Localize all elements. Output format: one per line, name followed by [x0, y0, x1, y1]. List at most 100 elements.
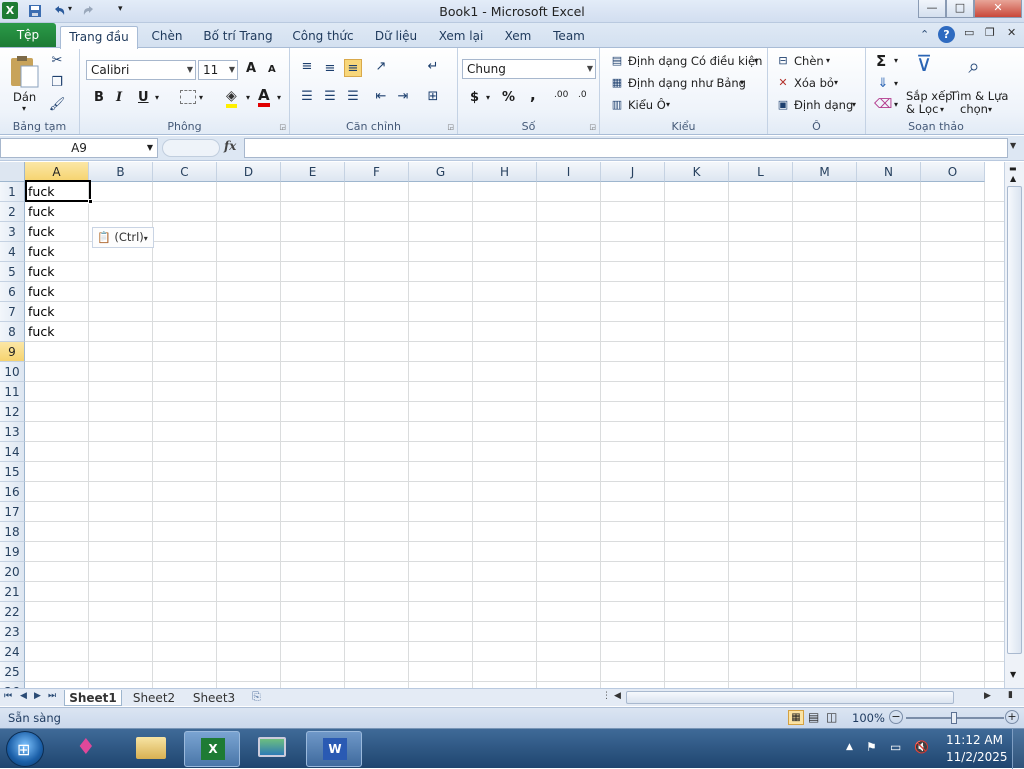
help-icon[interactable]: ? [938, 26, 955, 43]
number-format-combo[interactable]: Chung ▼ [462, 59, 596, 79]
column-header-d[interactable]: D [217, 162, 281, 182]
align-left-icon[interactable]: ☰ [298, 88, 316, 106]
cell-a4[interactable]: fuck [28, 242, 54, 262]
scroll-up-icon[interactable]: ▲ [1010, 174, 1016, 183]
column-header-l[interactable]: L [729, 162, 793, 182]
underline-button[interactable]: U [138, 90, 149, 105]
sheet-tab-sheet3[interactable]: Sheet3 [186, 690, 242, 706]
cell-a2[interactable]: fuck [28, 202, 54, 222]
borders-icon[interactable] [180, 90, 196, 104]
page-break-view-icon[interactable]: ◫ [826, 710, 837, 724]
cell-styles-button[interactable]: Kiểu Ô [628, 98, 666, 112]
font-size-dropdown-icon[interactable]: ▼ [229, 61, 235, 79]
row-header-24[interactable]: 24 [0, 642, 25, 662]
clear-icon[interactable]: ⌫ [874, 96, 892, 114]
increase-decimal-icon[interactable]: .00 [554, 90, 568, 100]
scroll-down-icon[interactable]: ▼ [1010, 670, 1016, 679]
cell-a6[interactable]: fuck [28, 282, 54, 302]
row-header-25[interactable]: 25 [0, 662, 25, 682]
horizontal-scroll-thumb[interactable] [626, 691, 954, 704]
row-header-22[interactable]: 22 [0, 602, 25, 622]
network-icon[interactable]: ▭ [890, 740, 901, 754]
conditional-format-icon[interactable]: ▤ [608, 52, 626, 70]
format-as-table-button[interactable]: Định dạng như Bảng [628, 76, 746, 90]
paste-dropdown-icon[interactable]: ▾ [22, 104, 26, 113]
page-layout-view-icon[interactable]: ▤ [808, 710, 819, 724]
row-header-21[interactable]: 21 [0, 582, 25, 602]
delete-cells-button[interactable]: Xóa bỏ [794, 76, 834, 90]
normal-view-icon[interactable]: ▦ [788, 710, 804, 725]
underline-dropdown-icon[interactable]: ▾ [155, 93, 159, 102]
name-box-dropdown-icon[interactable]: ▼ [147, 139, 153, 157]
tab-review[interactable]: Xem lại [434, 26, 488, 48]
row-header-10[interactable]: 10 [0, 362, 25, 382]
workbook-close-icon[interactable]: ✕ [1007, 26, 1016, 39]
fill-color-dropdown-icon[interactable]: ▾ [246, 93, 250, 102]
tab-view[interactable]: Xem [498, 26, 538, 48]
number-dialog-launcher-icon[interactable]: ◲ [589, 123, 596, 131]
comma-button[interactable]: , [530, 86, 536, 104]
formula-input[interactable] [244, 138, 1008, 158]
taskbar-excel[interactable]: X [184, 731, 240, 767]
split-box-icon[interactable]: ▬ [1009, 164, 1017, 173]
column-header-b[interactable]: B [89, 162, 153, 182]
clock-date[interactable]: 11/2/2025 [946, 750, 1008, 764]
font-name-combo[interactable]: Calibri ▼ [86, 60, 196, 80]
delete-cells-dropdown-icon[interactable]: ▾ [834, 78, 838, 87]
find-select-line2[interactable]: chọn [960, 102, 988, 116]
currency-button[interactable]: $ [470, 90, 479, 105]
find-select-dropdown-icon[interactable]: ▾ [988, 105, 992, 114]
align-top-icon[interactable]: ≡ [298, 58, 316, 76]
align-right-icon[interactable]: ☰ [344, 88, 362, 106]
tab-page-layout[interactable]: Bố trí Trang [198, 26, 278, 48]
row-header-23[interactable]: 23 [0, 622, 25, 642]
font-color-dropdown-icon[interactable]: ▾ [277, 93, 281, 102]
row-header-14[interactable]: 14 [0, 442, 25, 462]
start-button[interactable]: ⊞ [6, 731, 44, 767]
maximize-button[interactable]: □ [946, 0, 974, 18]
show-hidden-icons[interactable]: ▲ [846, 742, 853, 752]
merge-center-icon[interactable]: ⊞ [424, 88, 442, 106]
column-header-g[interactable]: G [409, 162, 473, 182]
taskbar-monitor-app[interactable] [244, 731, 300, 767]
font-color-button[interactable]: A [258, 87, 270, 107]
taskbar-word[interactable]: W [306, 731, 362, 767]
fill-color-icon[interactable]: ◈ [226, 88, 237, 108]
wrap-text-icon[interactable]: ↵ [424, 58, 442, 76]
cell-a5[interactable]: fuck [28, 262, 54, 282]
row-header-18[interactable]: 18 [0, 522, 25, 542]
row-header-20[interactable]: 20 [0, 562, 25, 582]
autosum-dropdown-icon[interactable]: ▾ [894, 56, 898, 65]
row-header-3[interactable]: 3 [0, 222, 25, 242]
conditional-format-button[interactable]: Định dạng Có điều kiện [628, 54, 762, 68]
shrink-font-button[interactable]: A [268, 64, 276, 75]
taskbar-app-pinned1[interactable]: ♦ [62, 731, 118, 767]
paste-options-button[interactable]: 📋 (Ctrl)▾ [92, 227, 154, 248]
cell-styles-dropdown-icon[interactable]: ▾ [666, 100, 670, 109]
workbook-minimize-icon[interactable]: ▭ [964, 26, 974, 39]
tab-split-icon[interactable]: ⋮ [602, 691, 611, 701]
tab-formulas[interactable]: Công thức [288, 26, 358, 48]
row-header-12[interactable]: 12 [0, 402, 25, 422]
minimize-button[interactable]: — [918, 0, 946, 18]
row-header-17[interactable]: 17 [0, 502, 25, 522]
row-header-5[interactable]: 5 [0, 262, 25, 282]
active-cell-a9[interactable] [25, 180, 93, 204]
formula-bar-handle[interactable] [162, 139, 220, 157]
sort-filter-dropdown-icon[interactable]: ▾ [940, 105, 944, 114]
percent-button[interactable]: % [502, 90, 515, 105]
decrease-indent-icon[interactable]: ⇤ [372, 88, 390, 106]
tab-team[interactable]: Team [548, 26, 590, 48]
decrease-decimal-icon[interactable]: .0 [578, 90, 587, 100]
fill-icon[interactable]: ⇓ [874, 75, 892, 93]
tab-home[interactable]: Trang đầu [60, 26, 138, 49]
column-header-n[interactable]: N [857, 162, 921, 182]
clock-time[interactable]: 11:12 AM [946, 733, 1003, 747]
alignment-dialog-launcher-icon[interactable]: ◲ [447, 123, 454, 131]
clear-dropdown-icon[interactable]: ▾ [894, 100, 898, 109]
column-header-k[interactable]: K [665, 162, 729, 182]
paste-icon[interactable] [8, 54, 42, 90]
last-sheet-icon[interactable]: ⏭ [48, 691, 56, 701]
borders-dropdown-icon[interactable]: ▾ [199, 93, 203, 102]
row-header-1[interactable]: 1 [0, 182, 25, 202]
